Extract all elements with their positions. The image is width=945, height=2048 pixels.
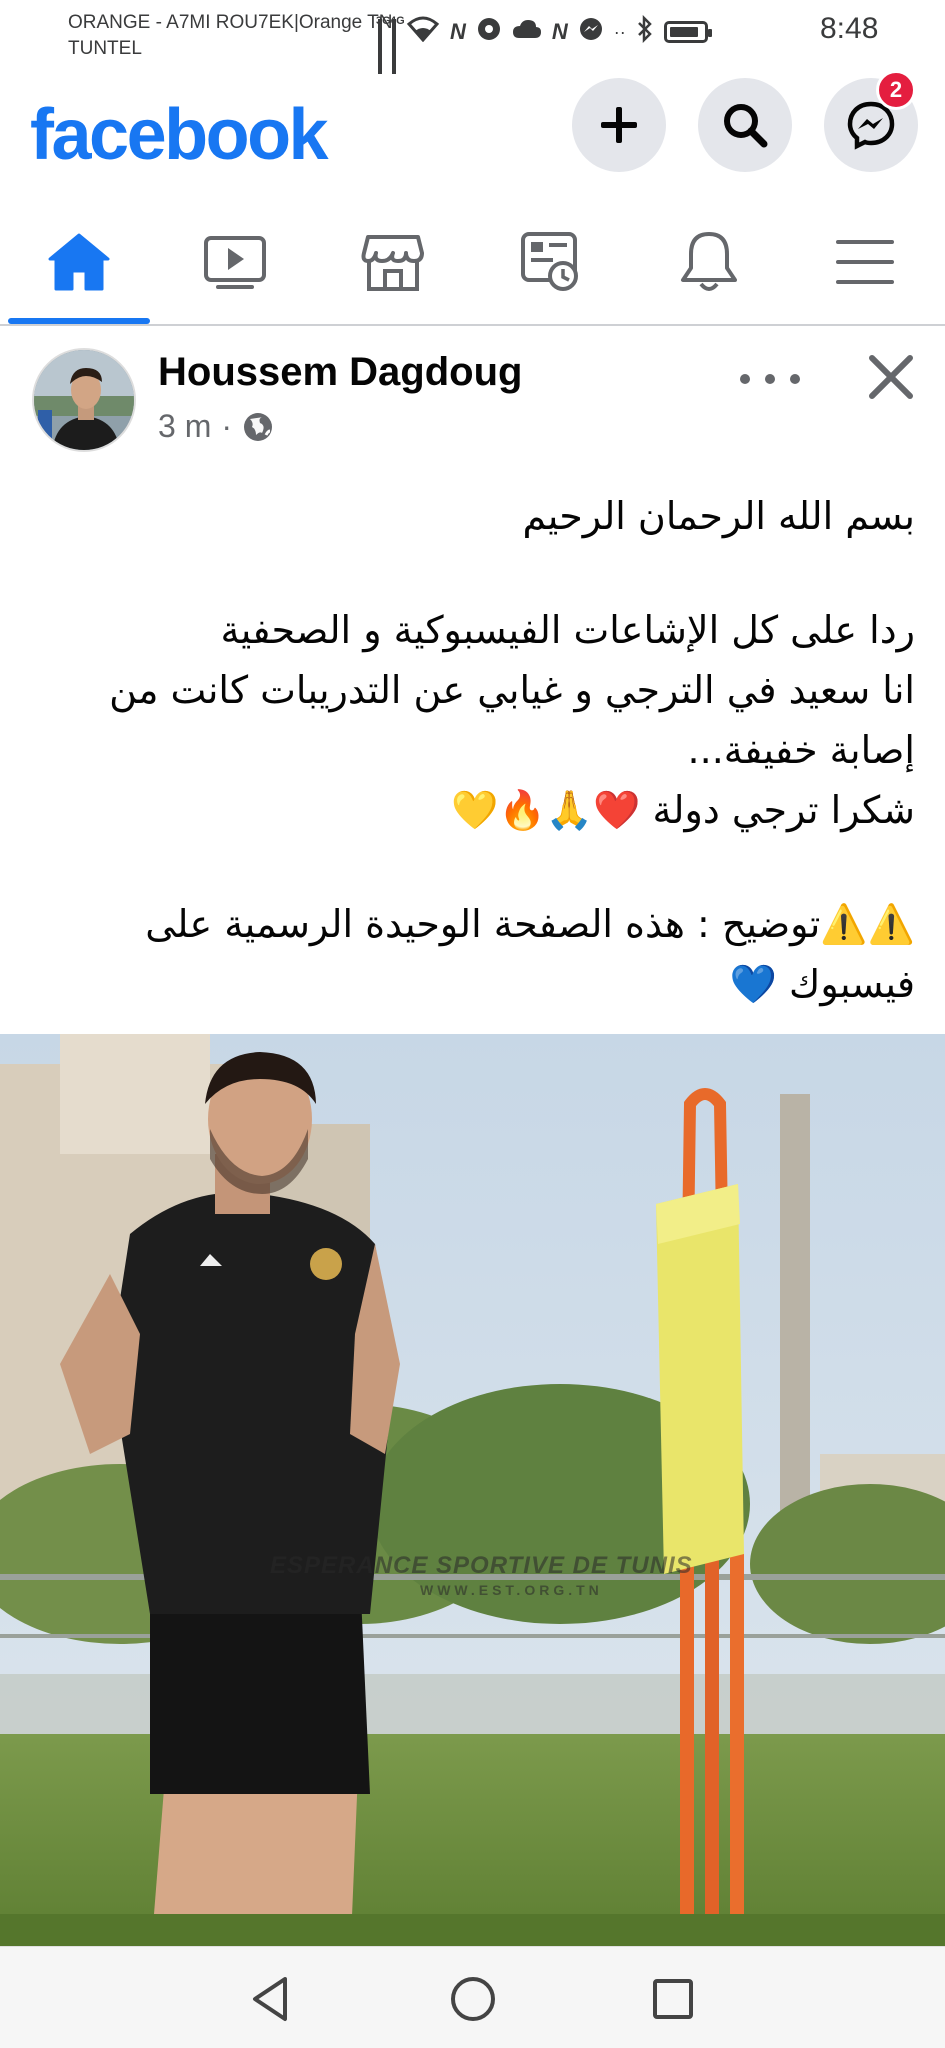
post-text: بسم الله الرحمان الرحيم ردا على كل الإشا… bbox=[30, 486, 915, 1014]
post-photo[interactable]: ESPERANCE SPORTIVE DE TUNIS WWW.EST.ORG.… bbox=[0, 1034, 945, 1946]
active-tab-indicator bbox=[8, 318, 150, 324]
app-notification-icon bbox=[476, 16, 502, 48]
photo-watermark: ESPERANCE SPORTIVE DE TUNIS bbox=[270, 1552, 693, 1579]
tab-news[interactable] bbox=[476, 200, 626, 324]
news-feed-icon bbox=[521, 232, 578, 291]
post-text-line bbox=[30, 840, 915, 894]
search-icon bbox=[724, 104, 768, 148]
home-icon bbox=[48, 233, 110, 291]
facebook-logo[interactable]: facebook bbox=[30, 94, 329, 176]
post-author[interactable]: Houssem Dagdoug bbox=[158, 350, 522, 395]
globe-icon bbox=[244, 412, 272, 441]
create-button[interactable] bbox=[572, 78, 666, 172]
post-options-icon[interactable] bbox=[740, 364, 800, 394]
post-text-line: انا سعيد في الترجي و غيابي عن التدريبات … bbox=[109, 668, 915, 772]
post-text-line: شكرا ترجي دولة ❤️🙏🔥💛 bbox=[451, 788, 915, 832]
tab-bar bbox=[0, 200, 945, 326]
status-icons: 3G 4G N N ·· bbox=[376, 14, 712, 74]
cloud-icon bbox=[512, 18, 542, 46]
post-text-line: ⚠️⚠️توضيح : هذه الصفحة الوحيدة الرسمية ع… bbox=[145, 902, 915, 1006]
wifi-icon bbox=[406, 16, 440, 48]
tab-home[interactable] bbox=[4, 200, 154, 324]
notifications-icon bbox=[681, 232, 737, 291]
post-time[interactable]: 3 m bbox=[158, 408, 211, 445]
post-meta: 3 m · bbox=[158, 408, 274, 445]
tab-marketplace[interactable] bbox=[318, 200, 468, 324]
recents-icon[interactable] bbox=[645, 1971, 701, 2027]
close-icon[interactable] bbox=[866, 346, 916, 406]
bluetooth-icon bbox=[636, 14, 654, 49]
post-header: Houssem Dagdoug 3 m · bbox=[0, 326, 945, 466]
photo-watermark-url: WWW.EST.ORG.TN bbox=[420, 1582, 603, 1598]
back-icon[interactable] bbox=[243, 1971, 299, 2027]
messenger-button[interactable]: 2 bbox=[824, 70, 918, 172]
clock: 8:48 bbox=[820, 12, 879, 45]
app-header: facebook 2 bbox=[0, 62, 945, 200]
menu-icon bbox=[836, 240, 894, 284]
status-bar: ORANGE - A7MI ROU7EK|Orange TN TUNTEL 3G… bbox=[0, 0, 945, 74]
more-notifications-icon: ·· bbox=[613, 21, 626, 42]
marketplace-icon bbox=[361, 235, 424, 291]
post-text-line bbox=[30, 546, 915, 600]
system-navigation-bar bbox=[0, 1946, 945, 2048]
tab-menu[interactable] bbox=[790, 200, 940, 324]
nfc-icon-2: N bbox=[551, 19, 568, 44]
battery-icon bbox=[663, 21, 712, 43]
signal-3g-icon: 3G bbox=[376, 15, 391, 74]
meta-separator: · bbox=[221, 408, 232, 444]
tab-notifications[interactable] bbox=[634, 200, 784, 324]
nfc-icon: N bbox=[450, 19, 466, 44]
video-icon bbox=[204, 236, 266, 289]
avatar[interactable] bbox=[32, 348, 136, 452]
messenger-status-icon bbox=[578, 16, 604, 48]
signal-4g-icon: 4G bbox=[390, 15, 405, 74]
messenger-badge: 2 bbox=[876, 70, 916, 110]
tab-watch[interactable] bbox=[160, 200, 310, 324]
plus-icon bbox=[601, 107, 637, 143]
search-button[interactable] bbox=[698, 78, 792, 172]
post-text-line: بسم الله الرحمان الرحيم bbox=[522, 494, 916, 538]
post-text-line: ردا على كل الإشاعات الفيسبوكية و الصحفية bbox=[220, 608, 915, 652]
home-circle-icon[interactable] bbox=[445, 1971, 501, 2027]
carrier-label: ORANGE - A7MI ROU7EK|Orange TN TUNTEL bbox=[68, 12, 393, 59]
